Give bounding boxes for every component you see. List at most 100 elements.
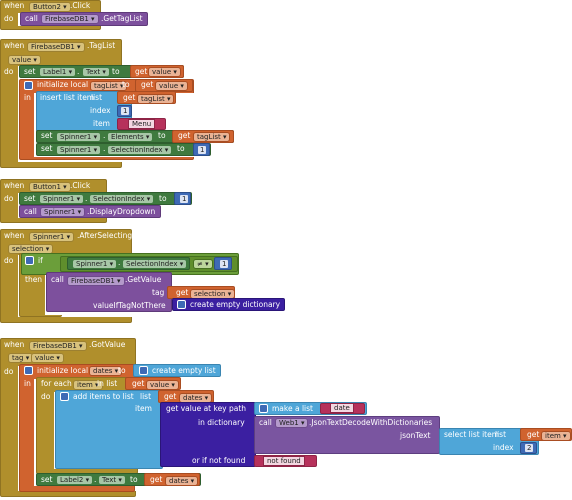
get-label: get <box>141 80 154 89</box>
call-label: call <box>51 275 64 284</box>
property-dropdown-selectionindex[interactable]: SelectionIndex ▾ <box>107 145 173 155</box>
get-label: get <box>135 67 148 76</box>
event-param-value[interactable]: value ▾ <box>31 353 64 363</box>
event-name: .AfterSelecting <box>77 231 133 240</box>
component-dropdown-spinner1[interactable]: Spinner1 ▾ <box>39 194 85 204</box>
number-value-1[interactable]: 1 <box>179 194 190 204</box>
component-dropdown-spinner1[interactable]: Spinner1 ▾ <box>29 232 75 242</box>
mutator-gear-icon[interactable] <box>139 366 148 375</box>
for-each-label: for each <box>41 379 72 388</box>
get-label: get <box>123 93 136 102</box>
component-dropdown-spinner1[interactable]: Spinner1 ▾ <box>40 207 86 217</box>
component-dropdown-label1[interactable]: Label1 ▾ <box>39 67 77 77</box>
then-label: then <box>25 275 43 284</box>
in-dictionary-label: in dictionary <box>198 418 245 427</box>
component-dropdown-firebasedb1[interactable]: FirebaseDB1 ▾ <box>27 42 85 52</box>
variable-dropdown-value[interactable]: value ▾ <box>148 67 181 77</box>
set-label: set <box>24 67 36 76</box>
component-dropdown-button1[interactable]: Button1 ▾ <box>29 182 71 192</box>
variable-dropdown-value[interactable]: value ▾ <box>146 380 179 390</box>
component-dropdown-spinner1[interactable]: Spinner1 ▾ <box>72 259 118 269</box>
in-label: in <box>24 379 31 388</box>
do-label: do <box>4 194 14 203</box>
when-label: when <box>4 231 25 240</box>
component-dropdown-label2[interactable]: Label2 ▾ <box>56 475 94 485</box>
mutator-gear-icon[interactable] <box>25 256 34 265</box>
when-label: when <box>4 1 25 10</box>
number-value-1[interactable]: 1 <box>197 145 208 155</box>
component-dropdown-spinner1[interactable]: Spinner1 ▾ <box>56 132 102 142</box>
select-list-item-label: select list item <box>444 430 500 439</box>
get-label: get <box>150 475 163 484</box>
event-param-value[interactable]: value ▾ <box>8 55 41 65</box>
variable-dropdown-dates[interactable]: dates ▾ <box>165 476 199 486</box>
do-label: do <box>4 67 14 76</box>
make-a-list-label: make a list <box>272 404 313 413</box>
method-name: .GetTagList <box>101 14 143 23</box>
component-dropdown-web1[interactable]: Web1 ▾ <box>275 418 309 428</box>
when-label: when <box>4 181 25 190</box>
dot-sep: . <box>77 67 80 76</box>
if-label: if <box>38 256 43 265</box>
insert-list-item-label: insert list item <box>40 93 95 102</box>
number-value-1[interactable]: 1 <box>120 106 131 116</box>
component-dropdown-firebasedb1[interactable]: FirebaseDB1 ▾ <box>29 341 87 351</box>
set-label: set <box>24 194 36 203</box>
to-label: to <box>122 80 130 89</box>
jsontext-label: jsonText <box>400 431 431 440</box>
to-label: to <box>118 366 126 375</box>
property-dropdown-selectionindex[interactable]: SelectionIndex ▾ <box>89 194 155 204</box>
call-label: call <box>25 14 38 23</box>
property-dropdown-text[interactable]: Text ▾ <box>98 475 126 485</box>
add-items-to-list-label: add items to list <box>73 392 134 401</box>
set-label: set <box>41 131 53 140</box>
variable-dropdown-taglist[interactable]: tagList ▾ <box>193 132 231 142</box>
do-label: do <box>41 392 51 401</box>
get-label: get <box>527 430 540 439</box>
variable-dropdown-taglist[interactable]: tagList ▾ <box>137 94 175 104</box>
initialize-local-label: initialize local <box>37 80 89 89</box>
event-param-tag[interactable]: tag ▾ <box>8 353 34 363</box>
property-dropdown-text[interactable]: Text ▾ <box>82 67 110 77</box>
text-value-not-found[interactable]: not found <box>263 456 305 466</box>
dot-sep: . <box>103 144 106 153</box>
method-name: .GetValue <box>125 275 162 284</box>
tag-label: tag <box>152 288 165 297</box>
mutator-gear-icon[interactable] <box>177 300 186 309</box>
do-label: do <box>4 367 14 376</box>
text-value-menu[interactable]: Menu <box>128 119 156 129</box>
property-dropdown-selectionindex[interactable]: SelectionIndex ▾ <box>122 259 188 269</box>
mutator-gear-icon[interactable] <box>259 404 268 413</box>
when-label: when <box>4 41 25 50</box>
index-label: index <box>90 106 111 115</box>
to-label: to <box>158 131 166 140</box>
dot-sep: . <box>118 258 121 267</box>
get-value-at-key-path-label: get value at key path <box>166 404 247 413</box>
variable-dropdown-value[interactable]: value ▾ <box>155 81 188 91</box>
event-name: .TagList <box>87 41 116 50</box>
set-label: set <box>41 144 53 153</box>
mutator-gear-icon[interactable] <box>60 392 69 401</box>
dot-sep: . <box>85 194 88 203</box>
text-value-date[interactable]: date <box>330 403 354 413</box>
component-dropdown-spinner1[interactable]: Spinner1 ▾ <box>56 145 102 155</box>
create-empty-dictionary-label: create empty dictionary <box>190 300 281 309</box>
in-label: in <box>24 93 31 102</box>
variable-dropdown-item[interactable]: item ▾ <box>541 431 571 441</box>
property-dropdown-elements[interactable]: Elements ▾ <box>107 132 154 142</box>
dot-sep: . <box>94 475 97 484</box>
component-dropdown-button2[interactable]: Button2 ▾ <box>29 2 71 12</box>
do-label: do <box>4 14 14 23</box>
number-value-2[interactable]: 2 <box>524 443 535 453</box>
set-label: set <box>41 475 53 484</box>
number-value-1[interactable]: 1 <box>219 259 230 269</box>
get-label: get <box>176 288 189 297</box>
event-name: .Click <box>70 181 91 190</box>
method-name: .JsonTextDecodeWithDictionaries <box>309 418 433 427</box>
operator-dropdown[interactable]: ≠ ▾ <box>193 259 213 269</box>
component-dropdown-firebasedb1[interactable]: FirebaseDB1 ▾ <box>41 14 99 24</box>
mutator-gear-icon[interactable] <box>24 366 33 375</box>
component-dropdown-firebasedb1[interactable]: FirebaseDB1 ▾ <box>67 276 125 286</box>
mutator-gear-icon[interactable] <box>24 81 33 90</box>
item-label: item <box>93 119 110 128</box>
